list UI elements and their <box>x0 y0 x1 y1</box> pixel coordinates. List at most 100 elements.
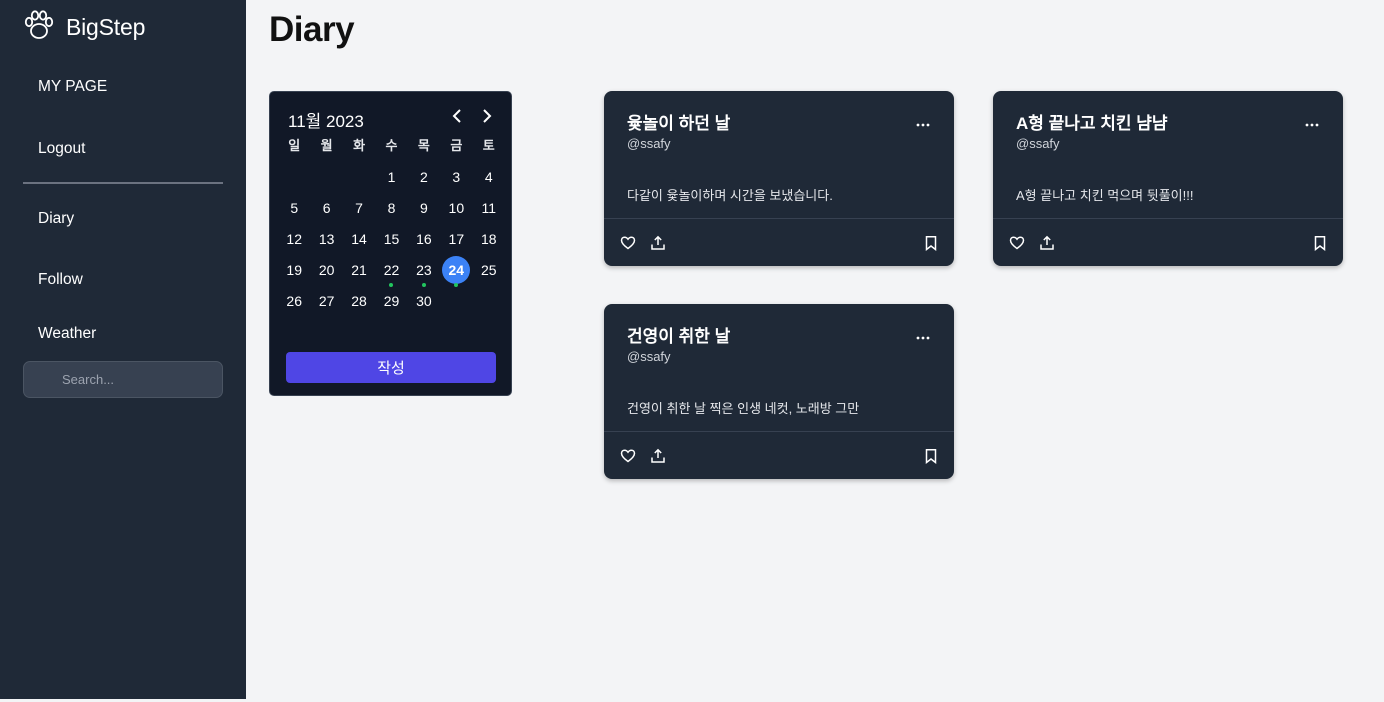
calendar-day-number: 13 <box>318 230 335 247</box>
paw-icon <box>22 8 56 47</box>
calendar-day[interactable]: 15 <box>375 225 407 253</box>
nav-item-logout[interactable]: Logout <box>38 140 85 158</box>
bookmark-icon[interactable] <box>923 448 939 464</box>
calendar-day-number: 14 <box>351 230 367 247</box>
calendar-day-number: 26 <box>286 292 302 309</box>
calendar-day[interactable]: 10 <box>440 194 472 222</box>
card-divider <box>604 218 954 219</box>
diary-card[interactable]: A형 끝나고 치킨 냠냠 @ssafy A형 끝나고 치킨 먹으며 뒷풀이!!! <box>993 91 1343 266</box>
nav-item-follow[interactable]: Follow <box>38 271 83 289</box>
calendar-day[interactable]: 24 <box>440 255 472 287</box>
calendar-weekday: 토 <box>482 137 495 153</box>
calendar-day[interactable]: 12 <box>278 225 310 253</box>
calendar-day[interactable]: 6 <box>310 194 342 222</box>
calendar-day-number: 23 <box>416 261 432 278</box>
calendar-day[interactable]: 1 <box>375 163 407 191</box>
calendar-day[interactable]: 11 <box>473 194 505 222</box>
calendar-day[interactable]: 26 <box>278 287 310 315</box>
calendar-week-row: 19 20 21 22 23 24 25 <box>278 254 505 287</box>
card-title: 건영이 취한 날 <box>627 327 731 346</box>
calendar-weekday: 일 <box>288 137 301 153</box>
calendar-day-number: 2 <box>420 168 428 185</box>
calendar-day-number: 18 <box>480 230 497 247</box>
calendar-day-number: 28 <box>351 292 367 309</box>
calendar-day[interactable]: 8 <box>375 194 407 222</box>
calendar-day[interactable]: 30 <box>408 287 440 315</box>
calendar-day[interactable]: 18 <box>473 225 505 253</box>
calendar-day[interactable]: 20 <box>310 256 342 284</box>
calendar-day[interactable]: 9 <box>408 194 440 222</box>
calendar-day-number: 1 <box>387 168 396 185</box>
calendar-day-number: 5 <box>290 199 299 216</box>
more-options-icon[interactable] <box>914 330 932 340</box>
card-content: A형 끝나고 치킨 먹으며 뒷풀이!!! <box>1016 188 1194 203</box>
calendar-week-row: 5 6 7 8 9 10 11 <box>278 192 505 223</box>
nav-item-weather[interactable]: Weather <box>38 325 96 343</box>
calendar-next-button[interactable] <box>476 105 498 127</box>
calendar-day[interactable]: 25 <box>473 256 505 284</box>
calendar-day-number: 27 <box>318 292 335 309</box>
write-button[interactable]: 작성 <box>286 352 496 383</box>
chevron-left-icon <box>452 109 461 123</box>
calendar-day[interactable]: 29 <box>375 287 407 315</box>
brand-logo[interactable]: BigStep <box>22 8 145 47</box>
calendar-week-row: 1 2 3 4 <box>278 161 505 192</box>
more-options-icon[interactable] <box>914 117 932 127</box>
calendar-day[interactable]: 19 <box>278 256 310 284</box>
share-icon[interactable] <box>1039 235 1055 251</box>
calendar-day-number: 15 <box>383 230 400 247</box>
calendar-day[interactable]: 16 <box>408 225 440 253</box>
nav-item-diary[interactable]: Diary <box>38 210 74 228</box>
calendar-day[interactable]: 21 <box>343 256 375 284</box>
heart-icon[interactable] <box>620 448 636 464</box>
calendar-weekday: 수 <box>385 137 398 153</box>
diary-card[interactable]: 윷놀이 하던 날 @ssafy 다같이 윷놀이하며 시간을 보냈습니다. <box>604 91 954 266</box>
card-divider <box>604 431 954 432</box>
calendar-day[interactable]: 3 <box>440 163 472 191</box>
calendar-day[interactable]: 17 <box>440 225 472 253</box>
calendar-weekday: 월 <box>320 137 333 153</box>
card-title: A형 끝나고 치킨 냠냠 <box>1016 114 1168 133</box>
calendar-day[interactable]: 22 <box>375 256 407 287</box>
calendar-day[interactable]: 28 <box>343 287 375 315</box>
calendar-empty-cell <box>473 287 505 315</box>
calendar-day[interactable]: 4 <box>473 163 505 191</box>
bookmark-icon[interactable] <box>1312 235 1328 251</box>
nav-item-mypage[interactable]: MY PAGE <box>38 78 107 96</box>
calendar-day-number: 4 <box>484 168 493 185</box>
calendar-month-label: 11월 2023 <box>288 112 364 131</box>
card-author: @ssafy <box>627 136 671 151</box>
calendar-day[interactable]: 23 <box>408 256 440 287</box>
calendar-weekday: 목 <box>417 137 430 153</box>
search-input[interactable] <box>23 361 223 398</box>
calendar-day-number: 7 <box>355 199 363 216</box>
calendar-day[interactable]: 7 <box>343 194 375 222</box>
calendar-day-number: 12 <box>286 230 302 247</box>
heart-icon[interactable] <box>1009 235 1025 251</box>
sidebar: BigStep MY PAGE Logout Diary Follow Weat… <box>0 0 246 699</box>
share-icon[interactable] <box>650 448 666 464</box>
calendar-day[interactable]: 13 <box>310 225 342 253</box>
calendar-day-number: 6 <box>322 199 331 216</box>
sidebar-divider <box>23 182 223 184</box>
share-icon[interactable] <box>650 235 666 251</box>
calendar-day-number: 30 <box>416 292 432 309</box>
calendar-day[interactable]: 14 <box>343 225 375 253</box>
diary-card[interactable]: 건영이 취한 날 @ssafy 건영이 취한 날 찍은 인생 네컷, 노래방 그… <box>604 304 954 479</box>
calendar-day[interactable]: 27 <box>310 287 342 315</box>
bookmark-icon[interactable] <box>923 235 939 251</box>
calendar-day-number: 3 <box>452 168 461 185</box>
calendar-day-number: 8 <box>387 199 396 216</box>
calendar-prev-button[interactable] <box>446 105 468 127</box>
heart-icon[interactable] <box>620 235 636 251</box>
calendar-weekday: 화 <box>353 137 366 153</box>
calendar-day-number: 22 <box>383 261 400 278</box>
calendar-day[interactable]: 5 <box>278 194 310 222</box>
calendar-empty-cell <box>343 163 375 191</box>
more-options-icon[interactable] <box>1303 117 1321 127</box>
chevron-right-icon <box>483 109 492 123</box>
card-author: @ssafy <box>627 349 671 364</box>
calendar-day[interactable]: 2 <box>408 163 440 191</box>
calendar-day-number: 9 <box>420 199 428 216</box>
calendar-day-number: 10 <box>448 199 465 216</box>
